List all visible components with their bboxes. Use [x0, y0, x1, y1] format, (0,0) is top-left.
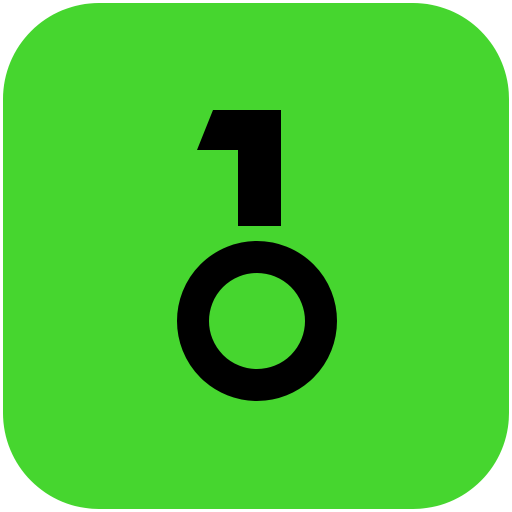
app-icon[interactable]: [3, 3, 509, 509]
icon-canvas: [0, 0, 512, 512]
app-icon-logo: [3, 3, 509, 509]
